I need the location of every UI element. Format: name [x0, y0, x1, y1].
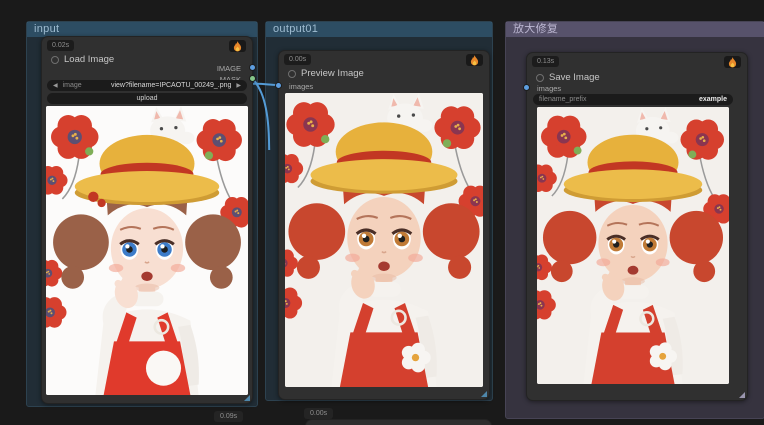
preview-image-output — [285, 93, 483, 387]
collapse-dot-icon[interactable] — [288, 69, 296, 78]
prefix-value: example — [698, 96, 727, 103]
timing-badge: 0.00s — [284, 54, 312, 65]
node-title: Load Image — [64, 54, 115, 65]
input-images-slot[interactable] — [523, 84, 530, 91]
node-graph-canvas[interactable]: input output01 放大修复 0.02s Load Image IMA… — [0, 0, 764, 425]
output-image-slot[interactable] — [249, 64, 256, 71]
output-mask-slot[interactable] — [249, 75, 256, 82]
timing-badge: 0.13s — [532, 56, 560, 67]
combo-next-icon[interactable]: ▶ — [236, 83, 241, 89]
collapse-dot-icon[interactable] — [51, 55, 59, 64]
fire-icon — [233, 40, 242, 51]
resize-handle[interactable] — [244, 395, 250, 401]
fire-icon — [470, 54, 479, 65]
node-title: Save Image — [549, 72, 600, 83]
node-save-image[interactable]: 0.13s Save Image images filename_prefix … — [523, 52, 748, 401]
node-load-image[interactable]: 0.02s Load Image IMAGE MASK ◀ image view… — [41, 36, 256, 404]
node-preview-image[interactable]: 0.00s Preview Image images — [275, 50, 490, 400]
resize-handle[interactable] — [739, 392, 745, 398]
upload-button[interactable]: upload — [47, 93, 247, 104]
prefix-label: filename_prefix — [539, 96, 587, 103]
saved-image-preview — [537, 107, 729, 384]
loaded-image-preview — [46, 106, 248, 395]
girl-illustration-3d — [285, 93, 483, 387]
filename-prefix-widget[interactable]: filename_prefix example — [533, 94, 733, 105]
cache-toggle-button[interactable] — [724, 56, 741, 68]
upload-button-label: upload — [136, 95, 158, 102]
resize-handle[interactable] — [481, 391, 487, 397]
input-images-label: images — [537, 84, 562, 93]
collapse-dot-icon[interactable] — [536, 73, 544, 82]
node-title: Preview Image — [301, 68, 364, 79]
group-output01-title[interactable]: output01 — [266, 22, 492, 37]
cache-toggle-button[interactable] — [466, 54, 483, 66]
fire-icon — [728, 56, 737, 67]
combo-value: view?filename=IPCAOTU_00249_.png — [110, 82, 232, 89]
combo-prev-icon[interactable]: ◀ — [53, 83, 58, 89]
group-upscale-title[interactable]: 放大修复 — [506, 22, 764, 37]
combo-label: image — [62, 82, 82, 89]
girl-illustration-3d — [537, 107, 729, 384]
output-image-label: IMAGE — [216, 64, 241, 73]
timing-badge-offscreen-mid: 0.00s — [304, 408, 334, 419]
timing-badge: 0.02s — [47, 40, 75, 51]
cache-toggle-button[interactable] — [229, 40, 246, 52]
offscreen-node-top[interactable] — [305, 419, 492, 425]
image-combo-widget[interactable]: ◀ image view?filename=IPCAOTU_00249_.png… — [47, 80, 247, 91]
group-input-title[interactable]: input — [27, 22, 257, 37]
timing-badge-offscreen-left: 0.09s — [214, 411, 244, 422]
girl-illustration-2d — [46, 106, 248, 395]
input-images-slot[interactable] — [275, 82, 282, 89]
input-images-label: images — [289, 82, 314, 91]
